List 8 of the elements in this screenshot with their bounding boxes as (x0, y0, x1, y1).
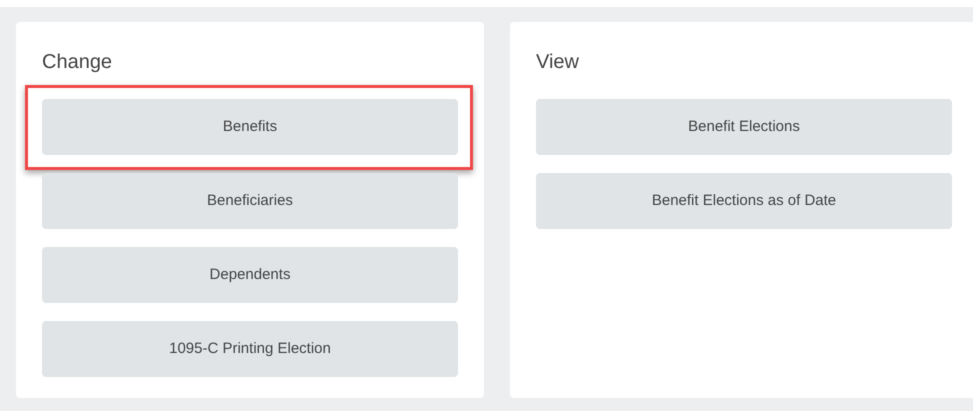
action-button[interactable]: Benefit Elections (536, 99, 952, 155)
action-button[interactable]: Benefit Elections as of Date (536, 173, 952, 229)
panel-title: Change (42, 50, 114, 75)
action-button[interactable]: Benefits (42, 99, 458, 155)
action-button[interactable]: Beneficiaries (42, 173, 458, 229)
action-button[interactable]: Dependents (42, 247, 458, 303)
action-button[interactable]: 1095-C Printing Election (42, 321, 458, 377)
panel-title: View (536, 50, 580, 75)
